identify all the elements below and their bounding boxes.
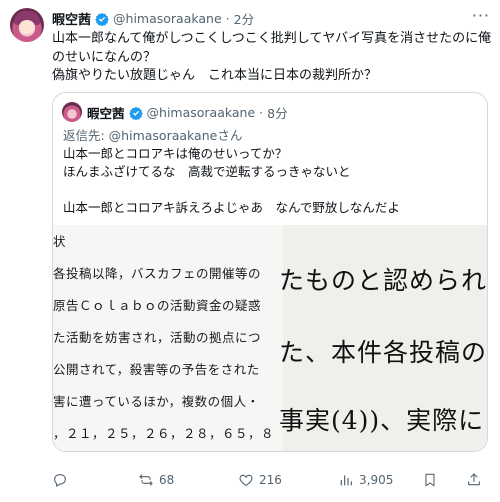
quoted-text-line: ほんまふざけてるな 高裁で逆転するっきゃないと: [63, 164, 351, 179]
doc-text-line: 公開されて，殺害等の予告をされた: [53, 362, 260, 377]
tweet-text-line: 偽旗やりたい放題じゃん これ本当に日本の裁判所か？: [52, 68, 378, 83]
quoted-text-line: 山本一郎とコロアキは俺のせいってか？: [63, 146, 288, 161]
view-count: 3,905: [359, 473, 394, 487]
quoted-text-line: 山本一郎とコロアキ訴えろよじゃあ なんで野放しなんだよ: [63, 200, 400, 215]
avatar[interactable]: [10, 8, 44, 42]
tweet-text-line: のせいになんの？: [52, 49, 157, 65]
quoted-time: 8分: [267, 106, 288, 121]
avatar-face: [19, 20, 35, 34]
repost-button[interactable]: 68: [138, 472, 174, 488]
doc-zoom-line: た、本件各投稿の: [279, 338, 488, 367]
quoted-text: 山本一郎とコロアキは俺のせいってか？ ほんまふざけてるな 高裁で逆転するっきゃな…: [63, 145, 479, 217]
doc-text-line: た活動を妨害され，活動の拠点につ: [53, 330, 262, 345]
tweet-text: 山本一郎なんて俺がしつこくしつこく批判してヤバイ写真を消させたのに俺 のせいにな…: [52, 30, 492, 86]
action-bar: 68 216 3,905: [52, 472, 492, 494]
quoted-avatar: [62, 102, 82, 122]
post-time[interactable]: 2分: [234, 9, 254, 28]
more-options-icon[interactable]: ···: [472, 6, 490, 25]
bookmark-icon: [425, 473, 435, 487]
reply-button[interactable]: [52, 472, 68, 488]
like-button[interactable]: 216: [238, 472, 282, 488]
share-button[interactable]: [466, 472, 482, 488]
tweet[interactable]: 暇空茜 @himasoraakane · 2分 ··· 山本一郎なんて俺がしつこ…: [0, 0, 500, 502]
heart-icon: [239, 474, 253, 486]
quoted-handle: @himasoraakane: [146, 105, 256, 120]
reply-icon: [54, 474, 66, 487]
quoted-text-line: [63, 181, 479, 199]
doc-text-line: 害に遭っているほか，複数の個人・: [53, 394, 260, 409]
separator-dot: ·: [225, 11, 230, 26]
reply-to-label: 返信先: @himasoraakaneさん: [63, 128, 243, 143]
quoted-tweet[interactable]: 暇空茜 @himasoraakane · 8分 返信先: @himasoraak…: [52, 92, 488, 452]
doc-zoom-line: たものと認められ: [279, 266, 488, 295]
doc-text-line: 状: [53, 234, 67, 249]
separator-dot: ·: [259, 105, 264, 120]
verified-badge-icon: [128, 106, 143, 120]
doc-zoom-line: 事実(4))、実際に: [279, 406, 485, 435]
doc-text-line: 原告Ｃｏｌａｂｏの活動資金の疑惑: [53, 298, 262, 313]
views-chart-icon: [340, 475, 352, 486]
repost-count: 68: [159, 473, 175, 487]
quoted-author-name: 暇空茜: [87, 106, 125, 121]
views-button[interactable]: 3,905: [338, 472, 393, 488]
bookmark-button[interactable]: [422, 472, 438, 488]
tweet-header: 暇空茜 @himasoraakane · 2分: [52, 9, 254, 28]
author-name[interactable]: 暇空茜: [52, 9, 91, 28]
quoted-header: 暇空茜 @himasoraakane · 8分: [87, 103, 288, 122]
tweet-text-line: 山本一郎なんて俺がしつこくしつこく批判してヤバイ写真を消させたのに俺: [52, 31, 492, 46]
doc-text-line: 各投稿以降，バスカフェの開催等の: [53, 266, 262, 281]
attached-image[interactable]: 状 各投稿以降，バスカフェの開催等の 原告Ｃｏｌａｂｏの活動資金の疑惑 た活動を…: [53, 225, 487, 451]
document-image-left: 状 各投稿以降，バスカフェの開催等の 原告Ｃｏｌａｂｏの活動資金の疑惑 た活動を…: [53, 225, 283, 451]
document-image-right: たものと認められ た、本件各投稿の 事実(4))、実際に: [279, 225, 487, 451]
verified-badge-icon: [95, 12, 109, 26]
repost-icon: [139, 474, 153, 486]
doc-text-line: ，２１，２５，２６，２８，６５，８: [53, 426, 275, 441]
share-icon: [468, 473, 480, 486]
author-handle[interactable]: @himasoraakane: [113, 11, 222, 26]
like-count: 216: [259, 473, 282, 487]
